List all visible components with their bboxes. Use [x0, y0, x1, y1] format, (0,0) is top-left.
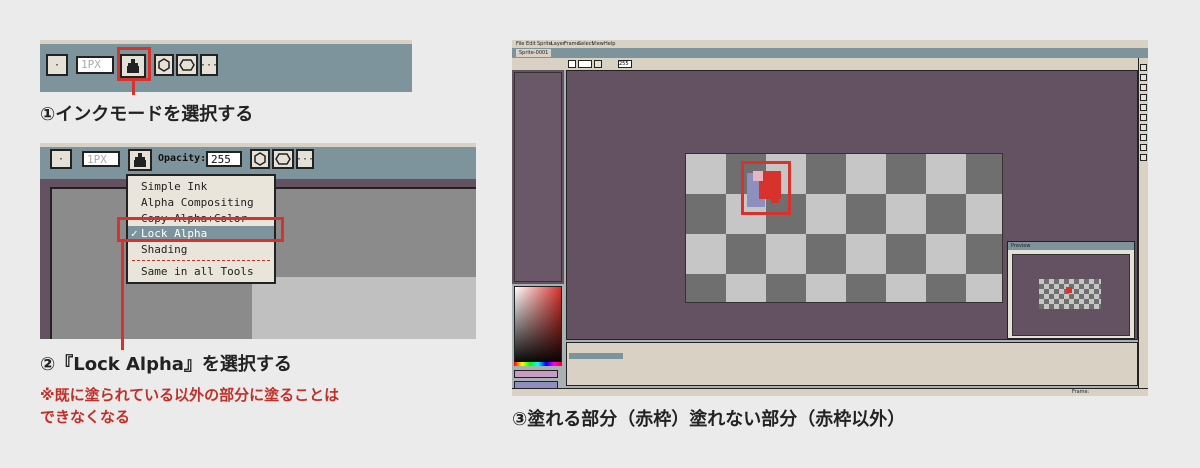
- sprite-canvas-area: Preview: [566, 70, 1138, 340]
- step1-caption: ①インクモードを選択する: [40, 104, 254, 125]
- tool-column: [1138, 58, 1148, 396]
- highlight-connector: [132, 81, 135, 95]
- palette-area: [514, 72, 562, 282]
- menu-edit[interactable]: Edit: [526, 40, 536, 48]
- tiling-icon: [179, 59, 195, 71]
- tool-zoom[interactable]: [1140, 124, 1147, 131]
- more-options-button[interactable]: ···: [200, 54, 218, 76]
- timeline: [566, 342, 1138, 386]
- tiling-button[interactable]: [176, 54, 198, 76]
- menu-item-simple-ink[interactable]: Simple Ink: [141, 180, 207, 193]
- tool-bucket[interactable]: [1140, 144, 1147, 151]
- brush-size-field[interactable]: 1PX: [82, 151, 120, 167]
- menu-file[interactable]: File: [516, 40, 524, 48]
- ink-mode-button[interactable]: [128, 149, 152, 171]
- tool-wand[interactable]: [1140, 84, 1147, 91]
- tool-hand[interactable]: [1140, 134, 1147, 141]
- step2-caption: ②『Lock Alpha』を選択する: [40, 354, 292, 375]
- context-toolbar: 255: [512, 58, 1148, 70]
- tool-marquee[interactable]: [1140, 64, 1147, 71]
- ink-mode-button[interactable]: [594, 60, 602, 68]
- dot-icon: ·: [57, 153, 65, 165]
- brush-type-button[interactable]: ·: [50, 149, 72, 169]
- menu-item-shading[interactable]: Shading: [141, 243, 187, 256]
- brush-size-field[interactable]: [578, 60, 592, 68]
- preview-red-mark: [1066, 287, 1072, 293]
- tool-pencil[interactable]: [1140, 94, 1147, 101]
- hue-slider[interactable]: [514, 362, 562, 366]
- editor-screenshot: File Edit Sprite Layer Frame Select View…: [512, 40, 1148, 396]
- ink-mode-toolbar-panel: · 1PX ···: [40, 40, 412, 92]
- preview-sprite: [1039, 279, 1101, 309]
- statusbar: Frame:: [512, 388, 1148, 396]
- ellipsis-icon: ···: [295, 153, 315, 165]
- foreground-color[interactable]: [514, 370, 558, 378]
- sprite-tab[interactable]: Sprite-0001: [516, 49, 552, 57]
- hexagon-icon: [254, 152, 266, 166]
- tiling-button[interactable]: [272, 149, 294, 169]
- frame-label: Frame:: [1072, 389, 1090, 395]
- tool-shape[interactable]: [1140, 154, 1147, 161]
- brush-type-button[interactable]: ·: [46, 54, 68, 76]
- layer-row[interactable]: [569, 353, 623, 359]
- menu-sprite[interactable]: Sprite: [537, 40, 552, 48]
- step2-note-line1: ※既に塗られている以外の部分に塗ることは: [40, 386, 340, 404]
- canvas-light-area: [252, 277, 476, 339]
- ellipsis-icon: ···: [199, 59, 219, 71]
- left-panel: [512, 70, 564, 284]
- brush-type-button[interactable]: [568, 60, 576, 68]
- tool-eraser[interactable]: [1140, 104, 1147, 111]
- opacity-label: Opacity:: [158, 153, 207, 164]
- tabbar: Sprite-0001: [512, 48, 1148, 58]
- tiling-icon: [275, 153, 291, 165]
- menu-divider: [132, 260, 270, 261]
- menu-layer[interactable]: Layer: [551, 40, 565, 48]
- ink-bottle-icon: [134, 153, 146, 167]
- menubar: File Edit Sprite Layer Frame Select View…: [512, 40, 1148, 48]
- opacity-field[interactable]: 255: [618, 60, 632, 68]
- step2-note-line2: できなくなる: [40, 408, 131, 426]
- color-picker[interactable]: [514, 286, 562, 366]
- highlight-paintable-area: [741, 161, 791, 215]
- sprite-canvas: [685, 153, 1003, 303]
- menu-help[interactable]: Help: [604, 40, 615, 48]
- symmetry-button[interactable]: [154, 54, 174, 76]
- menu-item-alpha-compositing[interactable]: Alpha Compositing: [141, 196, 254, 209]
- highlight-connector: [121, 242, 124, 350]
- dot-icon: ·: [53, 59, 61, 71]
- tool-eyedropper[interactable]: [1140, 114, 1147, 121]
- highlight-ink-button: [117, 47, 151, 81]
- menu-view[interactable]: View: [592, 40, 604, 48]
- preview-window: Preview: [1007, 241, 1135, 339]
- step3-caption: ③塗れる部分（赤枠）塗れない部分（赤枠以外）: [512, 409, 906, 430]
- more-options-button[interactable]: ···: [296, 149, 314, 169]
- hexagon-icon: [158, 58, 170, 72]
- opacity-field[interactable]: 255: [206, 151, 242, 167]
- tool-lasso[interactable]: [1140, 74, 1147, 81]
- brush-size-field[interactable]: 1PX: [76, 56, 114, 74]
- symmetry-button[interactable]: [250, 149, 270, 169]
- menu-item-same-in-all-tools[interactable]: Same in all Tools: [141, 265, 254, 278]
- highlight-lock-alpha: [117, 217, 284, 242]
- preview-canvas: [1012, 254, 1130, 336]
- preview-title: Preview: [1008, 242, 1134, 250]
